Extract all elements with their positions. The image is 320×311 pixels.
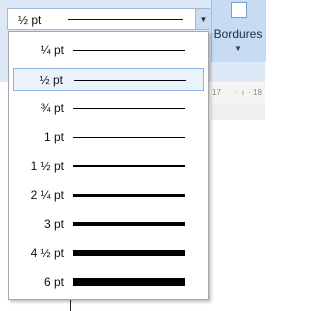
borders-icon [231, 2, 247, 18]
line-weight-dropdown: ¼ pt ½ pt ¾ pt 1 pt 1 ½ pt 2 ¼ pt 3 pt 4 ½ pt 6 … [8, 31, 209, 300]
line-weight-option-label: 3 pt [43, 217, 64, 231]
line-weight-option[interactable]: 3 pt [13, 213, 204, 236]
line-weight-preview [68, 19, 183, 20]
line-weight-option[interactable]: 1 pt [13, 126, 204, 149]
line-weight-option-label: ½ pt [39, 73, 63, 87]
line-weight-option-label: 2 ¼ pt [30, 188, 64, 202]
borders-dropdown-arrow-icon: ▼ [234, 44, 242, 53]
line-weight-sample [73, 137, 185, 138]
line-weight-option[interactable]: 2 ¼ pt [13, 184, 204, 207]
line-weight-sample [74, 80, 186, 81]
line-weight-option[interactable]: 1 ½ pt [13, 155, 204, 178]
line-weight-sample [73, 50, 185, 51]
ruler-ticks: · ı · [235, 88, 252, 97]
line-weight-option[interactable]: ¼ pt [13, 39, 204, 62]
line-weight-sample [73, 250, 185, 256]
line-weight-option-label: ¾ pt [40, 101, 64, 115]
line-weight-sample [73, 222, 185, 226]
line-weight-sample [73, 194, 185, 197]
line-weight-option-label: ¼ pt [40, 43, 64, 57]
line-weight-current-value: ½ pt [18, 13, 42, 27]
line-weight-option-label: 6 pt [43, 275, 64, 289]
line-weight-option-label: 4 ½ pt [30, 246, 64, 260]
line-weight-option-label: 1 pt [43, 130, 64, 144]
line-weight-option[interactable]: 4 ½ pt [13, 242, 204, 265]
line-weight-option[interactable]: 6 pt [13, 271, 204, 294]
ruler-mark: 18 [253, 88, 262, 97]
borders-label: Bordures [213, 27, 263, 41]
line-weight-sample [73, 108, 185, 109]
ruler-mark: 17 [212, 88, 221, 97]
line-weight-sample [73, 165, 185, 167]
horizontal-ruler: 17 · ı · 18 [211, 82, 265, 105]
line-weight-sample [73, 278, 185, 286]
chevron-down-icon[interactable]: ▼ [195, 9, 211, 29]
line-weight-combo[interactable]: ½ pt ▼ [7, 8, 211, 30]
line-weight-option[interactable]: ¾ pt [13, 97, 204, 120]
line-weight-option[interactable]: ½ pt [13, 68, 204, 91]
document-page [211, 120, 265, 311]
line-weight-option-label: 1 ½ pt [30, 159, 64, 173]
text-cursor [70, 300, 71, 311]
